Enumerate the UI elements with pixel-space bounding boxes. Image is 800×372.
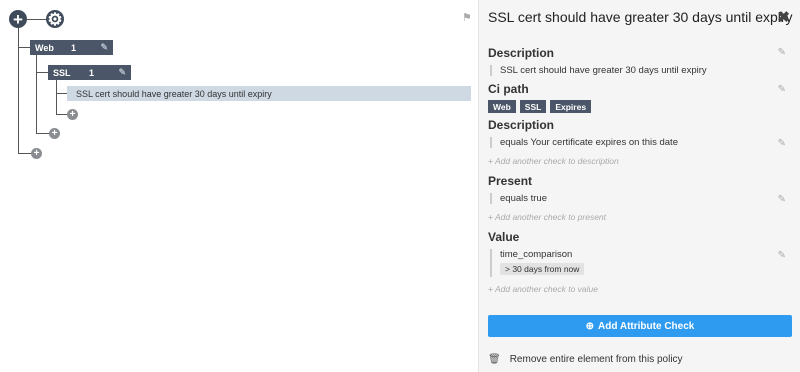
tree-node-web[interactable]: Web 1 ✎ — [30, 40, 113, 55]
ci-path-chip: SSL — [519, 100, 547, 113]
tree-connector — [27, 19, 47, 20]
tag-icon[interactable]: ⚑ — [462, 11, 472, 24]
edit-icon[interactable]: ✎ — [778, 194, 786, 205]
plus-circle-icon: ⊕ — [585, 320, 595, 332]
tree-connector — [56, 93, 67, 94]
check-present: equals true — [490, 193, 547, 204]
edit-icon[interactable]: ✎ — [778, 84, 786, 95]
tree-connector — [18, 153, 32, 154]
add-check-value-link[interactable]: + Add another check to value — [488, 284, 598, 294]
trash-icon: 🗑 — [488, 354, 501, 365]
node-label: SSL — [53, 67, 71, 78]
check-value-text: time_comparison — [500, 249, 573, 260]
details-panel: SSL cert should have greater 30 days unt… — [478, 0, 800, 372]
tree-connector — [18, 47, 30, 48]
description-text: SSL cert should have greater 30 days unt… — [490, 65, 707, 76]
tree-node-ssl[interactable]: SSL 1 ✎ — [48, 65, 131, 80]
check-description: equals Your certificate expires on this … — [490, 137, 678, 148]
section-heading-ci-path: Ci path — [488, 82, 529, 96]
ci-path-chips: Web SSL Expires — [488, 100, 592, 113]
root-add-icon[interactable]: + — [9, 10, 27, 28]
remove-element-link[interactable]: 🗑 Remove entire element from this policy — [488, 354, 683, 365]
node-label: Web — [35, 42, 54, 53]
ci-path-chip: Web — [488, 100, 516, 113]
tree-connector — [36, 55, 37, 133]
leaf-label: SSL cert should have greater 30 days unt… — [76, 88, 272, 99]
add-attribute-check-button[interactable]: ⊕ Add Attribute Check — [488, 315, 792, 337]
policy-tree: + ⚙ Web 1 ✎ SSL 1 ✎ SSL cert should have… — [0, 0, 478, 372]
add-check-label: Add another check to present — [494, 212, 607, 222]
add-child-icon[interactable]: + — [49, 128, 60, 139]
ci-path-chip: Expires — [550, 100, 592, 113]
add-check-label: Add another check to value — [494, 284, 598, 294]
add-child-icon[interactable]: + — [67, 109, 78, 120]
add-attribute-label: Add Attribute Check — [598, 320, 695, 332]
add-check-present-link[interactable]: + Add another check to present — [488, 212, 606, 222]
edit-icon[interactable]: ✎ — [100, 42, 108, 53]
value-badge: > 30 days from now — [500, 263, 585, 275]
tree-connector — [36, 72, 48, 73]
edit-icon[interactable]: ✎ — [778, 47, 786, 58]
panel-title: SSL cert should have greater 30 days unt… — [488, 9, 793, 25]
add-child-icon[interactable]: + — [31, 148, 42, 159]
gear-icon[interactable]: ⚙ — [46, 10, 64, 28]
section-heading-description: Description — [488, 118, 555, 132]
close-icon[interactable]: ✖ — [777, 8, 790, 26]
node-count: 1 — [89, 67, 95, 78]
add-check-label: Add another check to description — [494, 156, 619, 166]
tree-connector — [56, 80, 57, 114]
remove-label: Remove entire element from this policy — [509, 354, 683, 365]
section-heading-value: Value — [488, 230, 520, 244]
tree-leaf-ssl-cert[interactable]: SSL cert should have greater 30 days unt… — [67, 86, 471, 101]
edit-icon[interactable]: ✎ — [778, 138, 786, 149]
section-heading-description: Description — [488, 46, 555, 60]
tree-connector — [36, 133, 49, 134]
tree-connector — [56, 114, 67, 115]
edit-icon[interactable]: ✎ — [778, 250, 786, 261]
section-heading-present: Present — [488, 174, 533, 188]
add-check-description-link[interactable]: + Add another check to description — [488, 156, 619, 166]
edit-icon[interactable]: ✎ — [118, 67, 126, 78]
node-count: 1 — [71, 42, 77, 53]
tree-connector — [18, 27, 19, 153]
